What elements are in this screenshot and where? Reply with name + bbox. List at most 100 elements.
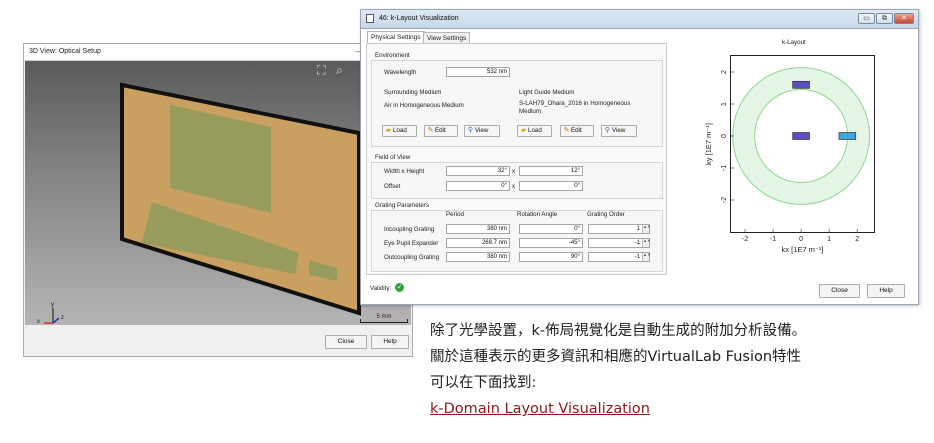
header-period: Period [446, 211, 464, 218]
y-axis-label: ky [1E7 m⁻¹] [704, 123, 713, 165]
y-tick-label: -1 [721, 165, 728, 171]
klayout-help-button[interactable]: Help [867, 284, 905, 298]
lightguide-load-button[interactable]: ▰ Load [517, 125, 552, 137]
surrounding-edit-button[interactable]: ✎ Edit [424, 125, 458, 137]
restore-button[interactable]: ⧉ [876, 13, 893, 24]
view3d-titlebar: 3D View: Optical Setup – [24, 44, 412, 61]
lightguide-edit-button[interactable]: ✎ Edit [560, 125, 594, 137]
3d-viewport[interactable]: y x z ⛶ ⌕ [25, 61, 411, 325]
close-icon[interactable]: ✕ [894, 13, 914, 24]
view3d-window: 3D View: Optical Setup – y x z ⛶ ⌕ 5 mm … [23, 43, 413, 357]
wavelength-label: Wavelength [384, 69, 417, 76]
surrounding-medium-value: Air in Homogeneous Medium [384, 102, 464, 109]
klayout-close-button[interactable]: Close [819, 284, 860, 298]
view3d-title: 3D View: Optical Setup [29, 48, 101, 55]
pencil-icon: ✎ [427, 127, 434, 134]
y-tick-label: 0 [721, 134, 728, 138]
grating-row-name: Outcoupling Grating [384, 254, 440, 261]
minimize-button[interactable]: ▭ [858, 13, 875, 24]
chart-title: k-Layout [782, 39, 806, 46]
y-tick-label: 1 [721, 102, 728, 106]
folder-icon: ▰ [520, 127, 527, 134]
load-label: Load [528, 127, 542, 134]
x-tick-label: 0 [799, 236, 803, 243]
scale-label: 5 mm [376, 314, 392, 320]
scale-line [360, 319, 408, 323]
magnifier-icon: ⚲ [604, 127, 611, 134]
surrounding-load-button[interactable]: ▰ Load [382, 125, 417, 137]
wavelength-field[interactable]: 532 nm [446, 67, 510, 77]
spinner-icon[interactable]: ▲▼ [642, 225, 651, 233]
edit-label: Edit [435, 127, 446, 134]
view3d-help-button[interactable]: Help [371, 335, 409, 349]
axis-gizmo [44, 308, 60, 324]
axis-z-label: z [61, 315, 64, 321]
axis-x-label: x [37, 319, 40, 325]
fov-width-field[interactable]: 32° [446, 166, 510, 176]
period-field[interactable]: 380 nm [446, 224, 510, 234]
zoom-icon[interactable]: ⌕ [333, 64, 346, 77]
x-axis-label: kx [1E7 m⁻¹] [782, 245, 824, 254]
physical-settings-panel: Environment Wavelength 532 nm Surroundin… [366, 43, 667, 275]
grating-label: Grating Parameters [375, 202, 429, 209]
grating-row-name: Eye Pupil Expander [384, 240, 439, 247]
pencil-icon: ✎ [563, 127, 570, 134]
period-field[interactable]: 380 nm [446, 252, 510, 262]
caption: 除了光學設置，k-佈局視覺化是自動生成的附加分析設備。 關於這種表示的更多資訊和… [430, 318, 930, 422]
grating-row-name: Incoupling Grating [384, 226, 435, 233]
angle-field[interactable]: 0° [519, 224, 583, 234]
zoom-fit-icon[interactable]: ⛶ [315, 64, 328, 77]
spinner-icon[interactable]: ▲▼ [642, 253, 651, 261]
order-value: 1 [636, 226, 640, 232]
angle-field[interactable]: -45° [519, 238, 583, 248]
check-icon: ✓ [395, 283, 404, 292]
tab-physical-settings[interactable]: Physical Settings [367, 31, 425, 43]
klayout-title: 46: k-Layout Visualization [379, 15, 459, 22]
angle-field[interactable]: 90° [519, 252, 583, 262]
validity-label: Validity: [370, 285, 392, 292]
view3d-close-button[interactable]: Close [325, 335, 367, 349]
light-guide-medium-label: Light Guide Medium [519, 89, 575, 96]
surrounding-view-button[interactable]: ⚲ View [464, 125, 500, 137]
fov-x-separator: x [512, 168, 516, 175]
folder-icon: ▰ [385, 127, 392, 134]
klayout-titlebar: 46: k-Layout Visualization ▭ ⧉ ✕ [361, 10, 918, 29]
x-tick-label: -1 [770, 236, 776, 243]
x-tick-label: 1 [827, 236, 831, 243]
axis-y-label: y [51, 302, 54, 308]
offset-x-field[interactable]: 0° [446, 181, 510, 191]
order-field[interactable]: -1 ▲▼ [588, 252, 651, 262]
fov-height-field[interactable]: 12° [519, 166, 583, 176]
order-value: -1 [634, 240, 640, 246]
header-grating-order: Grating Order [587, 211, 625, 218]
x-tick-label: 2 [855, 236, 859, 243]
view-label: View [612, 127, 626, 134]
surrounding-medium-label: Surrounding Medium [384, 89, 442, 96]
tab-view-settings[interactable]: View Settings [423, 32, 471, 43]
header-rotation-angle: Rotation Angle [517, 211, 558, 218]
klayout-window: 46: k-Layout Visualization ▭ ⧉ ✕ Physica… [360, 9, 919, 305]
order-value: -1 [634, 254, 640, 260]
optical-setup-scene: y x z [37, 82, 361, 325]
y-tick-label: -2 [721, 197, 728, 203]
load-label: Load [393, 127, 407, 134]
lightguide-view-button[interactable]: ⚲ View [601, 125, 637, 137]
document-icon [366, 14, 374, 23]
view-label: View [475, 127, 489, 134]
environment-label: Environment [375, 52, 410, 59]
edit-label: Edit [571, 127, 582, 134]
magnifier-icon: ⚲ [467, 127, 474, 134]
order-field[interactable]: 1 ▲▼ [588, 224, 651, 234]
k-domain-layout-link[interactable]: k-Domain Layout Visualization [430, 401, 650, 417]
period-field[interactable]: 268.7 nm [446, 238, 510, 248]
caption-line-2: 關於這種表示的更多資訊和相應的VirtualLab Fusion特性 [430, 349, 802, 365]
klayout-axes: -2 -1 0 1 2 2 1 0 -1 -2 kx [1E7 m⁻¹] ky [1E7 m⁻¹] [704, 70, 859, 254]
order-field[interactable]: -1 ▲▼ [588, 238, 651, 248]
offset-x-separator: x [512, 183, 516, 190]
light-guide-medium-value: S-LAH79_Ohara_2016 in Homogeneous Medium [519, 100, 631, 115]
fov-label: Field of View [375, 154, 411, 161]
width-height-label: Width x Height [384, 168, 425, 175]
scale-bar: 5 mm [360, 314, 408, 324]
offset-y-field[interactable]: 0° [519, 181, 583, 191]
spinner-icon[interactable]: ▲▼ [642, 239, 651, 247]
